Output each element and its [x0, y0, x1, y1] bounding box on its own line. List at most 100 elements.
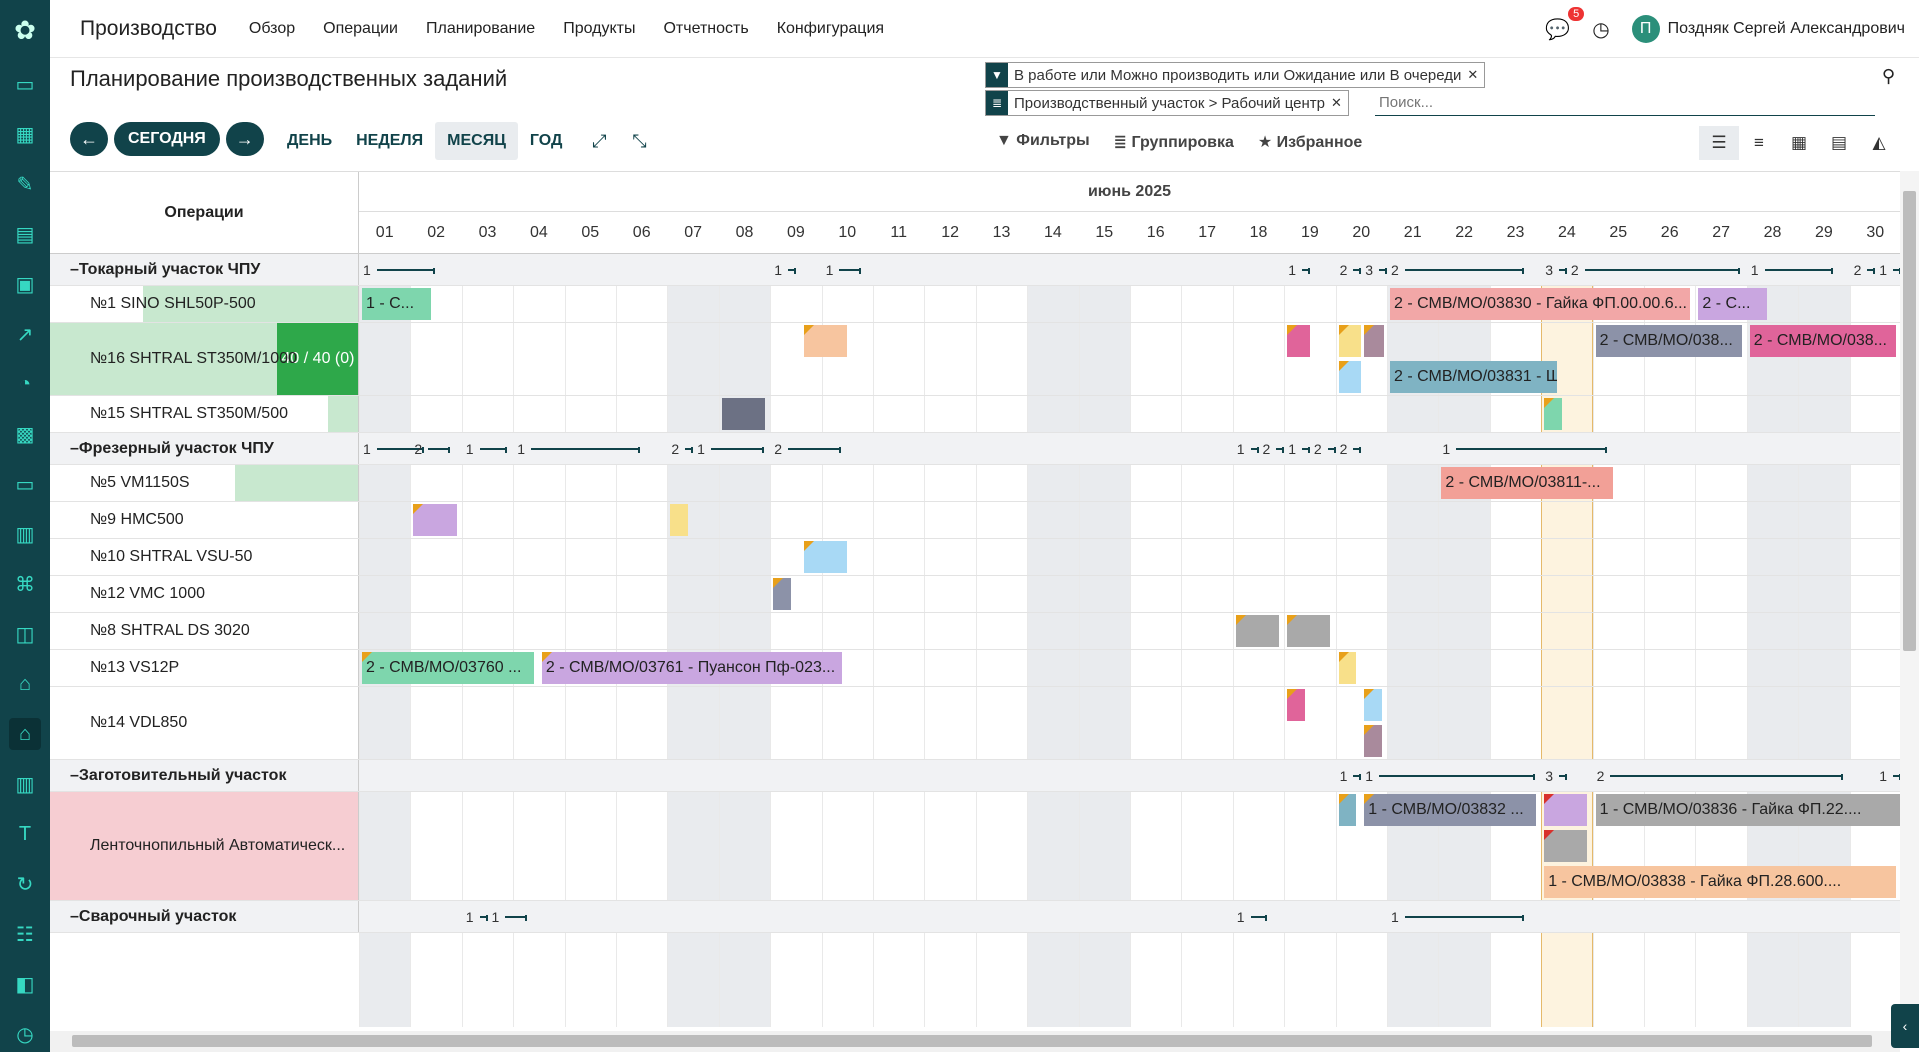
search-icon[interactable]: ⚲ — [1882, 66, 1895, 87]
gantt-pill[interactable]: 2 - СМВ/МО/03830 - Гайка ФП.00.00.6... — [1390, 288, 1691, 320]
user-menu[interactable]: П Поздняк Сергей Александрович — [1631, 15, 1905, 43]
gantt-pill[interactable]: 2 - СМВ/МО/03761 - Пуансон Пф-023... — [541, 652, 843, 684]
gantt-pill[interactable] — [670, 504, 688, 536]
vertical-scrollbar[interactable] — [1900, 171, 1919, 1031]
command-icon[interactable]: ⌘ — [9, 568, 41, 600]
app-name[interactable]: Производство — [80, 17, 217, 41]
home-icon[interactable]: ⌂ — [9, 668, 41, 700]
gantt-pill[interactable] — [413, 504, 457, 536]
menu-configuration[interactable]: Конфигурация — [777, 20, 884, 38]
gantt-pill[interactable]: 2 - СМВ/МО/03811-... — [1441, 467, 1614, 499]
book-icon[interactable]: ▤ — [9, 218, 41, 250]
scale-day-button[interactable]: ДЕНЬ — [275, 122, 344, 160]
gantt-pill[interactable]: 2 - С... — [1698, 288, 1768, 320]
scale-week-button[interactable]: НЕДЕЛЯ — [344, 122, 435, 160]
collapse-group-icon[interactable]: – — [70, 440, 79, 458]
previous-button[interactable]: ← — [70, 122, 108, 156]
resource-label[interactable]: №5 VM1150S — [50, 465, 359, 501]
search-input[interactable] — [1375, 90, 1875, 116]
calendar-view-icon[interactable]: ▦ — [1779, 126, 1819, 160]
clipboard-icon[interactable]: ▥ — [9, 518, 41, 550]
gantt-pill[interactable] — [1287, 325, 1310, 357]
gantt-pill[interactable]: 1 - СМВ/МО/03836 - Гайка ФП.22.... — [1595, 794, 1900, 826]
gantt-pill[interactable] — [1287, 689, 1305, 721]
clock-icon[interactable]: ◷ — [1592, 17, 1609, 42]
calculator-icon[interactable]: ▩ — [9, 418, 41, 450]
scale-month-button[interactable]: МЕСЯЦ — [435, 122, 518, 160]
gantt-pill[interactable] — [804, 325, 848, 357]
gantt-pill[interactable] — [1544, 830, 1588, 862]
remove-filter-icon[interactable]: ✕ — [1467, 67, 1484, 83]
remove-groupby-icon[interactable]: ✕ — [1331, 95, 1348, 111]
collapse-icon[interactable]: ⤡ — [624, 131, 654, 152]
gantt-pill[interactable]: 2 - СМВ/МО/038... — [1749, 325, 1896, 357]
graph-view-icon[interactable]: ◭ — [1859, 126, 1899, 160]
menu-reporting[interactable]: Отчетность — [663, 20, 748, 38]
gantt-pill[interactable] — [1364, 325, 1385, 357]
gantt-pill[interactable] — [1544, 794, 1588, 826]
groupby-button[interactable]: ≣ Группировка — [1114, 132, 1234, 152]
notes-icon[interactable]: ✎ — [9, 168, 41, 200]
group-label[interactable]: – Заготовительный участок — [50, 760, 359, 791]
gantt-pill[interactable] — [804, 541, 848, 573]
gantt-pill[interactable]: 1 - C... — [362, 288, 431, 320]
history-icon[interactable]: ◷ — [9, 1018, 41, 1050]
sync-icon[interactable]: ↻ — [9, 868, 41, 900]
gantt-pill[interactable] — [1338, 325, 1362, 357]
folder-icon[interactable]: ▭ — [9, 468, 41, 500]
collapse-group-icon[interactable]: – — [70, 261, 79, 279]
resource-label[interactable]: Ленточнопильный Автоматическ... — [50, 792, 359, 900]
today-button[interactable]: СЕГОДНЯ — [114, 122, 220, 156]
discuss-icon[interactable]: ▭ — [9, 68, 41, 100]
chat-toggle-icon[interactable]: ‹ — [1891, 1004, 1919, 1048]
next-button[interactable]: → — [225, 122, 264, 156]
menu-overview[interactable]: Обзор — [249, 20, 295, 38]
resource-label[interactable]: 40 / 40 (0) №16 SHTRAL ST350M/1000 — [50, 323, 359, 395]
gantt-pill[interactable] — [1338, 794, 1357, 826]
resource-label[interactable]: №13 VS12P — [50, 650, 359, 686]
collapse-group-icon[interactable]: – — [70, 908, 79, 926]
dashboard-icon[interactable]: ◔ — [9, 368, 41, 400]
resource-label[interactable]: №1 SINO SHL50P-500 — [50, 286, 359, 322]
wallet-icon[interactable]: ◧ — [9, 968, 41, 1000]
favorites-button[interactable]: ★ Избранное — [1258, 132, 1362, 152]
gantt-pill[interactable] — [773, 578, 791, 610]
gantt-pill[interactable]: 2 - СМВ/МО/03760 ... — [362, 652, 534, 684]
gantt-pill[interactable] — [1544, 398, 1562, 430]
list-view-icon[interactable]: ≡ — [1739, 126, 1779, 160]
gantt-pill[interactable] — [721, 398, 766, 430]
team-icon[interactable]: ☷ — [9, 918, 41, 950]
resource-label[interactable]: №10 SHTRAL VSU-50 — [50, 539, 359, 575]
menu-planning[interactable]: Планирование — [426, 20, 535, 38]
gantt-pill[interactable] — [1338, 652, 1357, 684]
resource-label[interactable]: №8 SHTRAL DS 3020 — [50, 613, 359, 649]
horizontal-scrollbar[interactable] — [50, 1031, 1900, 1052]
gantt-pill[interactable] — [1338, 361, 1362, 393]
manufacturing-icon[interactable]: ⌂ — [9, 718, 41, 750]
calendar-icon[interactable]: ▦ — [9, 118, 41, 150]
gantt-pill[interactable]: 1 - СМВ/МО/03832 ... — [1364, 794, 1537, 826]
pivot-view-icon[interactable]: ▤ — [1819, 126, 1859, 160]
group-label[interactable]: – Токарный участок ЧПУ — [50, 254, 359, 285]
barcode-icon[interactable]: ▥ — [9, 768, 41, 800]
menu-operations[interactable]: Операции — [323, 20, 398, 38]
contacts-icon[interactable]: ▣ — [9, 268, 41, 300]
resource-label[interactable]: №15 SHTRAL ST350M/500 — [50, 396, 359, 432]
expand-icon[interactable]: ⤢ — [584, 131, 614, 152]
menu-products[interactable]: Продукты — [563, 20, 635, 38]
collapse-group-icon[interactable]: – — [70, 767, 79, 785]
gantt-pill[interactable]: 2 - СМВ/МО/03831 - Ш... — [1390, 361, 1557, 393]
gantt-pill[interactable] — [1364, 725, 1382, 757]
resource-label[interactable]: №14 VDL850 — [50, 687, 359, 759]
resource-label[interactable]: №9 HMC500 — [50, 502, 359, 538]
gantt-pill[interactable]: 2 - СМВ/МО/038... — [1595, 325, 1742, 357]
group-label[interactable]: – Сварочный участок — [50, 901, 359, 932]
tool-icon[interactable]: T — [9, 818, 41, 850]
gantt-pill[interactable] — [1364, 689, 1382, 721]
gantt-pill[interactable] — [1287, 615, 1331, 647]
gantt-pill[interactable]: 1 - СМВ/МО/03838 - Гайка ФП.28.600.... — [1544, 866, 1896, 898]
odoo-logo-icon[interactable]: ✿ — [9, 14, 41, 46]
chat-button[interactable]: 💬 5 — [1545, 6, 1585, 42]
bag-icon[interactable]: ◫ — [9, 618, 41, 650]
filters-button[interactable]: ▼ Фильтры — [996, 132, 1090, 152]
